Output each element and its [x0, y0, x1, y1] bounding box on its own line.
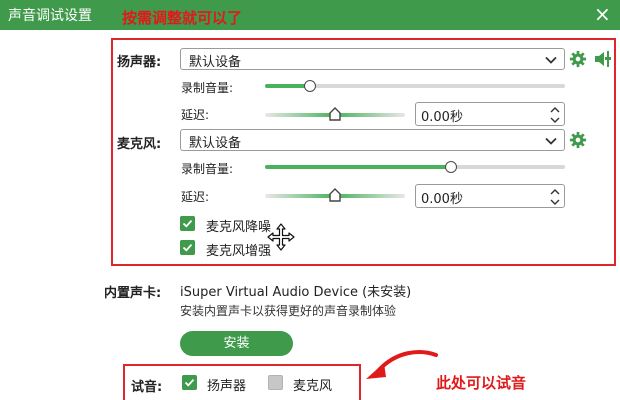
test-microphone-checkbox[interactable]: [268, 375, 283, 390]
builtin-card-hint: 安装内置声卡以获得更好的声音录制体验: [180, 304, 397, 318]
move-cursor-icon: [267, 223, 295, 251]
microphone-delay-label: 延迟:: [181, 190, 210, 204]
noise-reduction-label[interactable]: 麦克风降噪: [206, 216, 271, 235]
speaker-delay-knob[interactable]: [329, 107, 341, 121]
noise-reduction-checkbox[interactable]: [180, 216, 195, 231]
chevron-down-icon: [545, 137, 557, 145]
microphone-volume-knob[interactable]: [445, 161, 457, 173]
gear-icon[interactable]: [569, 131, 587, 149]
microphone-device-value: 默认设备: [189, 136, 242, 151]
install-button[interactable]: 安装: [180, 331, 293, 356]
enhance-checkbox[interactable]: [180, 240, 195, 255]
chevron-up-icon[interactable]: [550, 106, 560, 114]
close-icon[interactable]: ×: [594, 2, 611, 26]
speaker-device-select[interactable]: 默认设备: [180, 48, 565, 70]
enhance-label[interactable]: 麦克风增强: [206, 240, 271, 259]
annotation-try-sound-here: 此处可以试音: [436, 374, 527, 392]
test-speaker-label[interactable]: 扬声器: [207, 375, 246, 394]
chevron-down-icon[interactable]: [550, 198, 560, 206]
test-microphone-label[interactable]: 麦克风: [293, 375, 332, 394]
microphone-label: 麦克风:: [117, 137, 162, 152]
microphone-volume-label: 录制音量:: [181, 162, 234, 176]
chevron-down-icon[interactable]: [550, 116, 560, 124]
speaker-settings-icon[interactable]: [593, 49, 613, 69]
annotation-arrow-icon: [366, 350, 438, 379]
speaker-delay-label: 延迟:: [181, 108, 210, 122]
gear-icon[interactable]: [569, 50, 587, 68]
speaker-label: 扬声器:: [117, 55, 162, 70]
speaker-volume-knob[interactable]: [304, 80, 316, 92]
title-bar: 声音调试设置 ×: [0, 0, 620, 30]
chevron-down-icon: [545, 56, 557, 64]
annotation-adjust-as-needed: 按需调整就可以了: [122, 9, 243, 27]
builtin-card-device: iSuper Virtual Audio Device (未安装): [180, 285, 412, 300]
builtin-card-label: 内置声卡:: [104, 286, 162, 301]
test-label: 试音:: [131, 380, 163, 395]
test-speaker-checkbox[interactable]: [182, 375, 197, 390]
microphone-delay-knob[interactable]: [329, 188, 341, 202]
chevron-up-icon[interactable]: [550, 188, 560, 196]
microphone-volume-fill: [265, 165, 451, 169]
speaker-delay-value: 0.00秒: [421, 110, 463, 125]
microphone-delay-spinbox[interactable]: 0.00秒: [415, 184, 565, 208]
speaker-delay-spinbox[interactable]: 0.00秒: [415, 102, 565, 126]
speaker-volume-label: 录制音量:: [181, 81, 234, 95]
speaker-device-value: 默认设备: [189, 55, 242, 70]
highlight-box-settings: [111, 38, 616, 266]
microphone-volume-slider[interactable]: [265, 165, 565, 169]
window-title: 声音调试设置: [8, 8, 92, 24]
microphone-delay-value: 0.00秒: [421, 192, 463, 207]
microphone-device-select[interactable]: 默认设备: [180, 129, 565, 151]
